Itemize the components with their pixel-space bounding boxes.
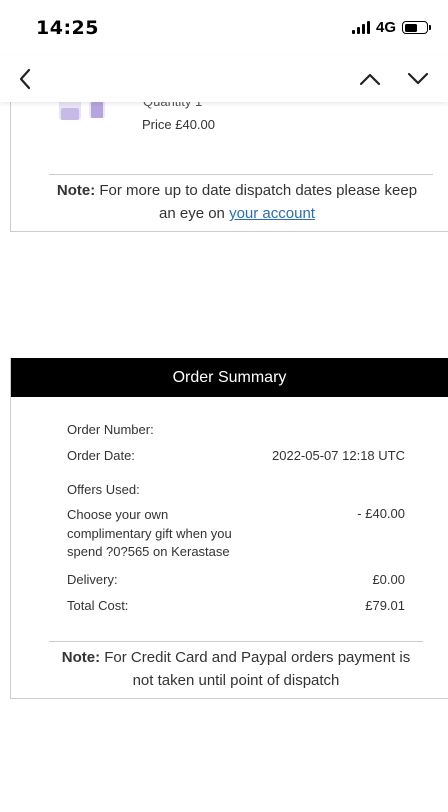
order-number-label: Order Number: bbox=[67, 422, 154, 437]
your-account-link[interactable]: your account bbox=[229, 205, 315, 222]
order-summary-title: Order Summary bbox=[11, 358, 448, 397]
status-indicators: 4G bbox=[351, 19, 431, 36]
note-text: For Credit Card and Paypal orders paymen… bbox=[100, 649, 411, 689]
battery-icon bbox=[402, 21, 431, 34]
order-number-row: Order Number: bbox=[67, 422, 405, 437]
delivery-row: Delivery: £0.00 bbox=[67, 572, 405, 587]
total-label: Total Cost: bbox=[67, 598, 129, 613]
offer-description: Choose your own complimentary gift when … bbox=[67, 507, 232, 559]
offers-row: Offers Used: bbox=[67, 482, 405, 497]
offer-value: - £40.00 bbox=[357, 506, 405, 521]
note-label: Note: bbox=[56, 182, 96, 199]
total-row: Total Cost: £79.01 bbox=[67, 598, 405, 613]
chevron-up-icon[interactable] bbox=[358, 68, 382, 90]
delivery-label: Delivery: bbox=[67, 572, 118, 587]
dispatch-note: Note: For more up to date dispatch dates… bbox=[47, 179, 427, 225]
status-time: 14:25 bbox=[36, 17, 99, 39]
divider bbox=[49, 174, 433, 175]
divider bbox=[49, 641, 423, 642]
chevron-down-icon[interactable] bbox=[406, 68, 430, 90]
order-summary-card: Order Summary Order Number: Order Date: … bbox=[10, 358, 448, 699]
signal-icon bbox=[351, 21, 370, 34]
offer-row: Choose your own complimentary gift when … bbox=[67, 506, 405, 562]
status-bar: 14:25 4G bbox=[0, 0, 448, 56]
payment-note: Note: For Credit Card and Paypal orders … bbox=[51, 646, 421, 692]
order-date-value: 2022-05-07 12:18 UTC bbox=[272, 448, 405, 463]
note-label: Note: bbox=[61, 649, 101, 666]
offers-label: Offers Used: bbox=[67, 482, 140, 497]
product-price: Price £40.00 bbox=[142, 117, 215, 132]
order-date-row: Order Date: 2022-05-07 12:18 UTC bbox=[67, 448, 405, 463]
network-type: 4G bbox=[375, 19, 396, 36]
chevron-left-icon[interactable] bbox=[16, 66, 36, 92]
order-date-label: Order Date: bbox=[67, 448, 135, 463]
total-value: £79.01 bbox=[365, 598, 405, 613]
delivery-value: £0.00 bbox=[372, 572, 405, 587]
nav-bar bbox=[0, 56, 448, 102]
